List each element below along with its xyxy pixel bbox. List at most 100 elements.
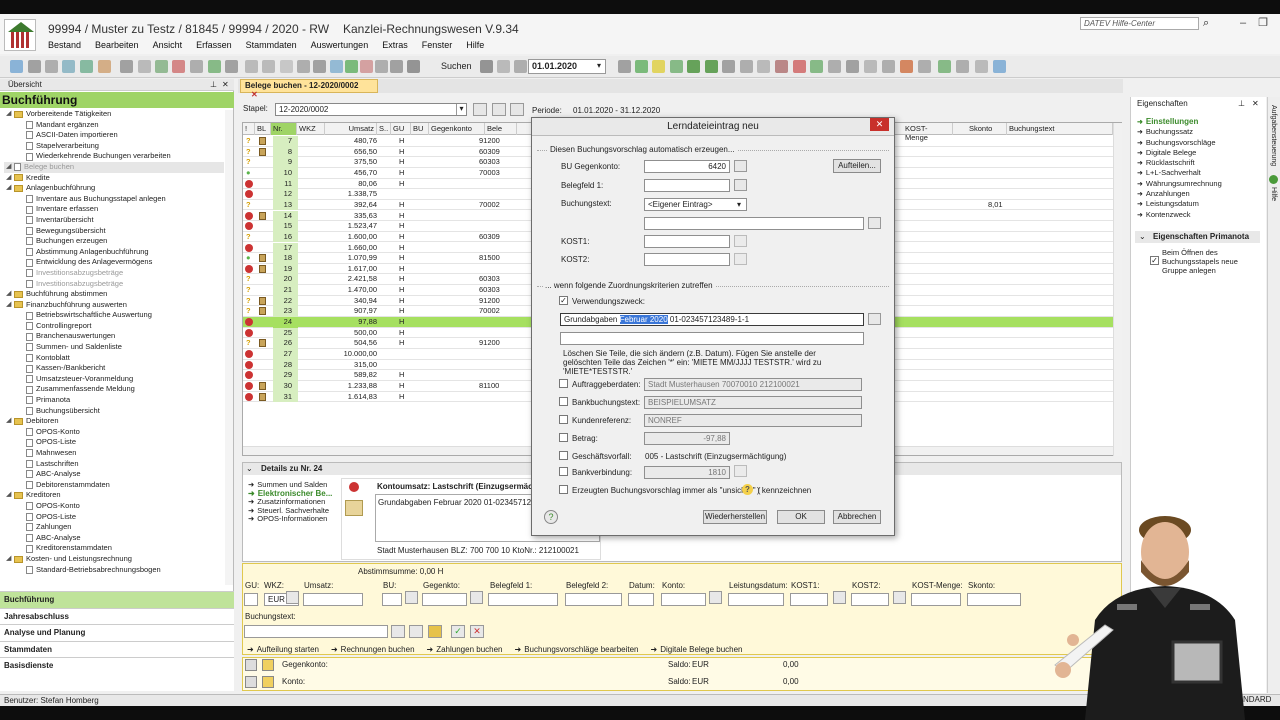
tree-item[interactable]: ABC-Analyse [4, 533, 224, 544]
details-link[interactable]: ➜ OPOS-Informationen [248, 515, 332, 524]
field-lookup-icon[interactable] [405, 591, 418, 604]
toolbar-button-icon[interactable] [497, 60, 510, 73]
action-link[interactable]: ➜ Digitale Belege buchen [651, 645, 743, 654]
column-header[interactable]: Gegenkonto [429, 123, 485, 135]
folder-icon[interactable] [428, 625, 442, 638]
criteria-checkbox[interactable] [559, 415, 568, 424]
menu-stammdaten[interactable]: Stammdaten [246, 40, 297, 50]
tree-group[interactable]: ◢ Vorbereitende Tätigkeiten [4, 109, 224, 120]
toolbar-button-icon[interactable] [828, 60, 841, 73]
beleg-icon[interactable] [259, 254, 266, 263]
expand-icon[interactable]: ◢ [6, 109, 14, 120]
verwendungszweck-input[interactable]: Grundabgaben Februar 2020 01-02345712348… [560, 313, 864, 326]
gegenkonto-folder-icon[interactable] [262, 659, 274, 671]
tree-item[interactable]: ABC-Analyse [4, 469, 224, 480]
toolbar-button-icon[interactable] [120, 60, 133, 73]
stapel-edit-icon[interactable] [492, 103, 506, 116]
toolbar-button-icon[interactable] [190, 60, 203, 73]
properties-item[interactable]: ➜ Rücklastschrift [1137, 158, 1222, 168]
toolbar-button-icon[interactable] [225, 60, 238, 73]
field-lookup-icon[interactable] [709, 591, 722, 604]
kost2-input[interactable] [644, 253, 730, 266]
verwendungszweck-checkbox[interactable]: ✓ [559, 296, 568, 305]
tree-item[interactable]: Standard-Betriebsabrechnungsbogen [4, 565, 224, 576]
toolbar-button-icon[interactable] [45, 60, 58, 73]
toolbar-button-icon[interactable] [262, 60, 275, 73]
expand-icon[interactable]: ◢ [6, 183, 14, 194]
field-lookup-icon[interactable] [833, 591, 846, 604]
expand-icon[interactable]: ◢ [6, 554, 14, 565]
toolbar-button-icon[interactable] [793, 60, 806, 73]
toolbar-button-icon[interactable] [313, 60, 326, 73]
tree-item[interactable]: Inventarübersicht [4, 215, 224, 226]
toolbar-button-icon[interactable] [297, 60, 310, 73]
tree-item[interactable]: Inventare erfassen [4, 204, 224, 215]
menu-bearbeiten[interactable]: Bearbeiten [95, 40, 139, 50]
toolbar-button-icon[interactable] [514, 60, 527, 73]
toolbar-button-icon[interactable] [956, 60, 969, 73]
bankverbindung-lookup-icon[interactable] [734, 465, 747, 477]
expand-icon[interactable]: ◢ [6, 416, 14, 427]
stapel-save-icon[interactable] [510, 103, 524, 116]
toolbar-button-icon[interactable] [900, 60, 913, 73]
toolbar-button-icon[interactable] [390, 60, 403, 73]
column-header[interactable]: BU [411, 123, 429, 135]
beleg-icon[interactable] [259, 264, 266, 273]
cancel-icon[interactable]: ✕ [470, 625, 484, 638]
menu-bestand[interactable]: Bestand [48, 40, 81, 50]
column-header[interactable]: BL [255, 123, 271, 135]
properties-item[interactable]: ➜ Einstellungen [1137, 117, 1222, 127]
tree-item[interactable]: Debitorenstammdaten [4, 480, 224, 491]
toolbar-button-icon[interactable] [705, 60, 718, 73]
entry-input[interactable] [851, 593, 889, 606]
nav-buchführung[interactable]: Buchführung [0, 591, 234, 608]
nav-analyse-und-planung[interactable]: Analyse und Planung [0, 624, 234, 641]
entry-input[interactable] [488, 593, 558, 606]
text-lookup-icon[interactable] [391, 625, 405, 638]
column-header[interactable]: Nr. [271, 123, 297, 135]
menu-erfassen[interactable]: Erfassen [196, 40, 232, 50]
tree-item[interactable]: Betriebswirtschaftliche Auswertung [4, 310, 224, 321]
entry-input[interactable] [911, 593, 961, 606]
belegfeld-lookup-icon[interactable] [734, 179, 747, 191]
tree-group[interactable]: ◢ Kosten- und Leistungsrechnung [4, 554, 224, 565]
toolbar-button-icon[interactable] [846, 60, 859, 73]
field-lookup-icon[interactable] [286, 591, 299, 604]
action-link[interactable]: ➜ Buchungsvorschläge bearbeiten [515, 645, 639, 654]
verwendungszweck-input-2[interactable] [560, 332, 864, 345]
expand-icon[interactable]: ◢ [6, 289, 14, 300]
tree-group[interactable]: ◢ Belege buchen [4, 161, 224, 173]
aufteilen-button[interactable]: Aufteilen... [833, 159, 881, 173]
beleg-icon[interactable] [259, 392, 266, 401]
toolbar-button-icon[interactable] [918, 60, 931, 73]
toolbar-button-icon[interactable] [975, 60, 988, 73]
nav-basisdienste[interactable]: Basisdienste [0, 657, 234, 674]
chevron-down-icon[interactable]: ▾ [456, 104, 466, 115]
tree-item[interactable]: Mandant ergänzen [4, 120, 224, 131]
kost1-lookup-icon[interactable] [734, 235, 747, 247]
buchungstext-select[interactable]: <Eigener Eintrag> [644, 198, 747, 211]
panel-close-icon[interactable]: ✕ [1252, 99, 1259, 108]
field-lookup-icon[interactable] [893, 591, 906, 604]
beleg-icon[interactable] [259, 211, 266, 220]
column-header[interactable]: WKZ [297, 123, 325, 135]
stapel-list-icon[interactable] [473, 103, 487, 116]
entry-input[interactable] [967, 593, 1021, 606]
abbrechen-button[interactable]: Abbrechen [833, 510, 881, 524]
toolbar-button-icon[interactable] [280, 60, 293, 73]
toolbar-button-icon[interactable] [208, 60, 221, 73]
tree-item[interactable]: Zusammenfassende Meldung [4, 384, 224, 395]
minimize-icon[interactable]: – [1240, 17, 1246, 29]
criteria-checkbox[interactable] [559, 451, 568, 460]
tree-group[interactable]: ◢ Buchführung abstimmen [4, 289, 224, 300]
toolbar-button-icon[interactable] [618, 60, 631, 73]
tree-item[interactable]: OPOS-Konto [4, 427, 224, 438]
properties-item[interactable]: ➜ Kontenzweck [1137, 210, 1222, 220]
toolbar-button-icon[interactable] [722, 60, 735, 73]
kost1-input[interactable] [644, 235, 730, 248]
entry-input[interactable] [382, 593, 402, 606]
beleg-icon[interactable] [259, 296, 266, 305]
entry-input[interactable] [303, 593, 363, 606]
column-header[interactable]: Buchungstext [1007, 123, 1113, 135]
tree-item[interactable]: Lastschriften [4, 459, 224, 470]
